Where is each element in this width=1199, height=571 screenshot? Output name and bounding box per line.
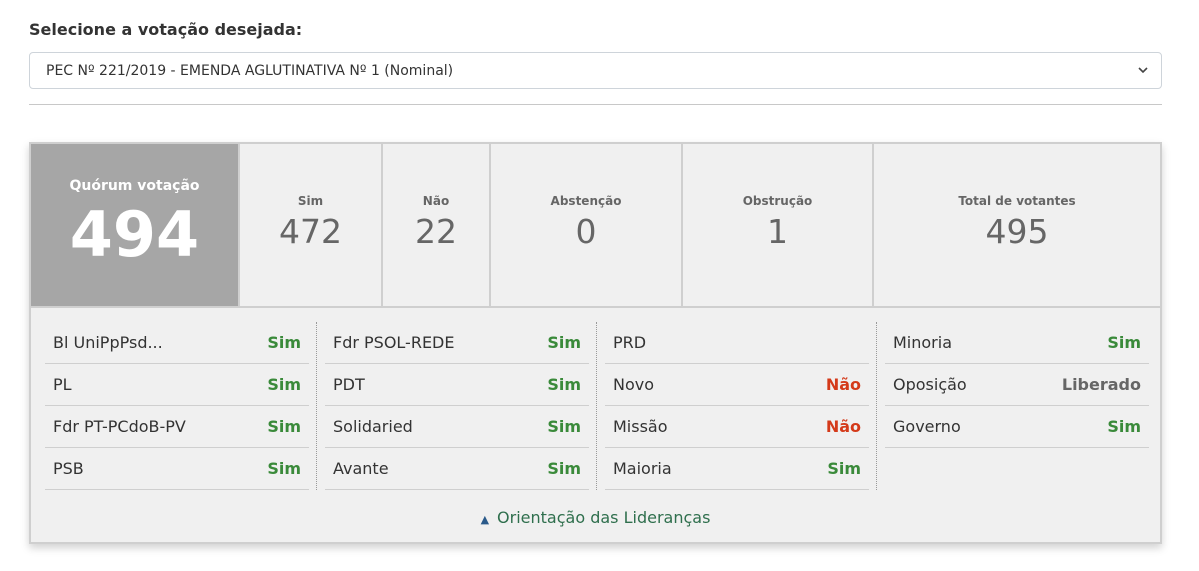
vote-select[interactable]: PEC Nº 221/2019 - EMENDA AGLUTINATIVA Nº… [29, 52, 1162, 89]
quorum-label: Quórum votação [69, 178, 200, 194]
orientation-column-2: Fdr PSOL-REDE Sim PDT Sim Solidaried Sim Av… [325, 322, 589, 490]
list-item: PL Sim [45, 364, 309, 406]
list-item: Novo Não [605, 364, 869, 406]
list-item: PDT Sim [325, 364, 589, 406]
column-divider [876, 322, 877, 490]
party-vote: Sim [827, 459, 861, 478]
list-item: Oposição Liberado [885, 364, 1149, 406]
party-name: Governo [893, 417, 961, 436]
list-item: PSB Sim [45, 448, 309, 490]
list-item: Avante Sim [325, 448, 589, 490]
party-name: Bl UniPpPsd... [53, 333, 163, 352]
party-vote: Não [825, 375, 861, 394]
stat-total-votantes: Total de votantes 495 [874, 144, 1160, 308]
quorum-box: Quórum votação 494 [31, 144, 240, 308]
vote-select-value: PEC Nº 221/2019 - EMENDA AGLUTINATIVA Nº… [46, 62, 454, 79]
divider [29, 104, 1162, 105]
stat-value: 22 [415, 212, 457, 251]
vote-select-label: Selecione a votação desejada: [29, 20, 303, 39]
list-item: Minoria Sim [885, 322, 1149, 364]
stat-value: 472 [279, 212, 342, 251]
list-item: Fdr PT-PCdoB-PV Sim [45, 406, 309, 448]
party-vote: Sim [267, 333, 301, 352]
list-item: PRD [605, 322, 869, 364]
list-item: Missão Não [605, 406, 869, 448]
column-divider [316, 322, 317, 490]
voting-panel: Quórum votação 494 Sim 472 Não 22 Absten… [29, 142, 1162, 544]
list-item: Solidaried Sim [325, 406, 589, 448]
orientation-toggle-label: Orientação das Lideranças [497, 508, 711, 527]
stat-label: Total de votantes [958, 194, 1076, 208]
column-divider [596, 322, 597, 490]
stat-label: Obstrução [742, 194, 813, 208]
list-item: Bl UniPpPsd... Sim [45, 322, 309, 364]
party-vote: Sim [547, 333, 581, 352]
party-name: PRD [613, 333, 647, 352]
party-name: Maioria [613, 459, 672, 478]
party-vote: Sim [1107, 333, 1141, 352]
quorum-value: 494 [69, 198, 200, 271]
stat-nao: Não 22 [383, 144, 491, 308]
party-vote: Sim [1107, 417, 1141, 436]
party-name: Novo [613, 375, 655, 394]
orientation-column-1: Bl UniPpPsd... Sim PL Sim Fdr PT-PCdoB-PV S… [45, 322, 309, 490]
party-name: Minoria [893, 333, 953, 352]
stat-label: Sim [297, 194, 324, 208]
party-vote: Liberado [1061, 375, 1141, 394]
stats-row: Quórum votação 494 Sim 472 Não 22 Absten… [31, 144, 1160, 308]
stat-label: Abstenção [550, 194, 622, 208]
party-vote: Sim [547, 417, 581, 436]
list-item: Fdr PSOL-REDE Sim [325, 322, 589, 364]
orientation-section: Bl UniPpPsd... Sim PL Sim Fdr PT-PCdoB-PV S… [31, 308, 1160, 542]
orientation-toggle[interactable]: ▲ Orientação das Lideranças [31, 508, 1160, 527]
party-name: PL [53, 375, 72, 394]
party-vote: Não [825, 417, 861, 436]
stat-sim: Sim 472 [240, 144, 383, 308]
party-name: Fdr PSOL-REDE [333, 333, 455, 352]
party-vote: Sim [267, 375, 301, 394]
stat-value: 495 [985, 212, 1049, 251]
stat-value: 0 [575, 212, 597, 251]
list-item: Governo Sim [885, 406, 1149, 448]
party-name: Avante [333, 459, 389, 478]
stat-abstencao: Abstenção 0 [491, 144, 683, 308]
party-name: PDT [333, 375, 365, 394]
triangle-up-icon: ▲ [480, 513, 490, 526]
party-vote: Sim [547, 375, 581, 394]
party-vote: Sim [267, 459, 301, 478]
party-name: Solidaried [333, 417, 413, 436]
party-name: Fdr PT-PCdoB-PV [53, 417, 186, 436]
list-item: Maioria Sim [605, 448, 869, 490]
party-vote: Sim [547, 459, 581, 478]
orientation-column-4: Minoria Sim Oposição Liberado Governo Sim [885, 322, 1149, 448]
party-name: Oposição [893, 375, 967, 394]
stat-value: 1 [767, 212, 788, 251]
party-name: PSB [53, 459, 84, 478]
stat-label: Não [422, 194, 450, 208]
chevron-down-icon [1138, 67, 1148, 74]
stat-obstrucao: Obstrução 1 [683, 144, 874, 308]
orientation-column-3: PRD Novo Não Missão Não Maioria Sim [605, 322, 869, 490]
party-vote: Sim [267, 417, 301, 436]
party-name: Missão [613, 417, 668, 436]
